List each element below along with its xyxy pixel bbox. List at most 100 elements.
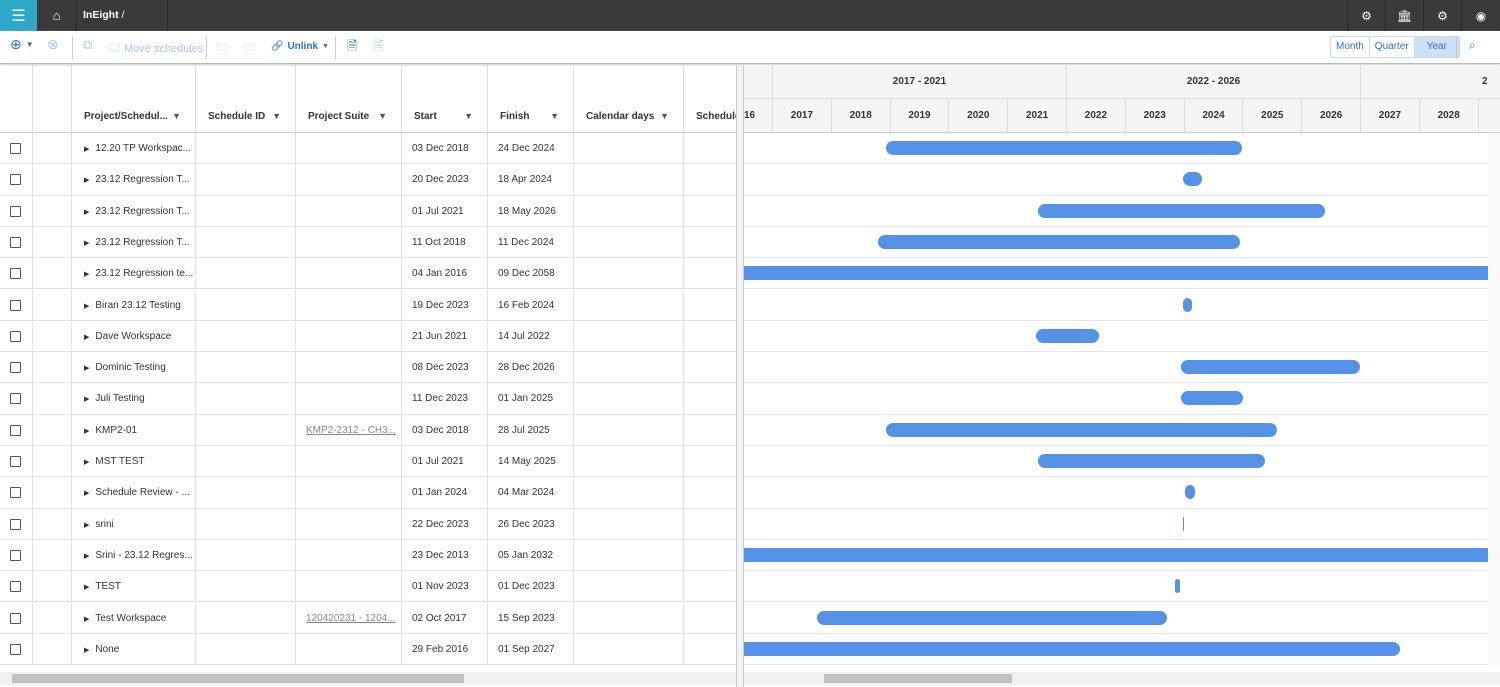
- table-row[interactable]: ▶ Biran 23.12 Testing 19 Dec 2023 16 Feb …: [0, 289, 736, 321]
- schedule-bar[interactable]: [817, 610, 1168, 625]
- column-header-calendar-days[interactable]: Calendar days ▼: [574, 65, 684, 133]
- expand-icon[interactable]: ▶: [84, 240, 89, 247]
- export-document-icon[interactable]: 🗎: [373, 37, 383, 59]
- bank-icon[interactable]: 🏛: [1385, 0, 1423, 31]
- row-checkbox[interactable]: [10, 487, 21, 499]
- schedule-bar[interactable]: [886, 141, 1243, 155]
- gantt-horizontal-scrollbar[interactable]: [744, 672, 1500, 685]
- move-schedules-button[interactable]: 🗀 Move schedules: [109, 39, 204, 58]
- schedule-bar[interactable]: [744, 547, 1500, 562]
- expand-icon[interactable]: ▶: [84, 146, 89, 153]
- expand-icon[interactable]: ▶: [84, 303, 89, 310]
- column-header-schedule-id[interactable]: Schedule ID ▼: [196, 65, 296, 133]
- row-checkbox[interactable]: [10, 299, 21, 311]
- row-checkbox[interactable]: [10, 518, 21, 530]
- schedule-bar[interactable]: [1035, 328, 1099, 343]
- filter-icon[interactable]: ▼: [378, 111, 387, 121]
- row-checkbox[interactable]: [10, 330, 21, 342]
- column-header-finish[interactable]: Finish ▼: [488, 65, 574, 133]
- table-row[interactable]: ▶ MST TEST 01 Jul 2021 14 May 2025: [0, 446, 736, 478]
- column-header-name[interactable]: Project/Schedul... ▼: [72, 65, 196, 133]
- search-icon[interactable]: ⌕: [1469, 38, 1476, 53]
- expand-icon[interactable]: ▶: [84, 647, 89, 654]
- table-row[interactable]: ▶ 12.20 TP Workspac... 03 Dec 2018 24 Dec…: [0, 133, 736, 165]
- row-checkbox[interactable]: [10, 612, 21, 624]
- expand-icon[interactable]: ▶: [84, 209, 89, 216]
- row-checkbox[interactable]: [10, 581, 21, 593]
- expand-icon[interactable]: ▶: [84, 490, 89, 497]
- row-checkbox[interactable]: [10, 268, 21, 280]
- gantt-vertical-scrollbar[interactable]: [1488, 133, 1500, 665]
- user-icon[interactable]: ◉: [1461, 0, 1500, 31]
- expand-icon[interactable]: ▶: [84, 271, 89, 278]
- schedule-bar[interactable]: [1180, 360, 1361, 375]
- row-checkbox[interactable]: [10, 424, 21, 436]
- table-row[interactable]: ▶ 23.12 Regression T... 20 Dec 2023 18 Ap…: [0, 164, 736, 196]
- row-checkbox[interactable]: [10, 362, 21, 374]
- column-header-project-suite[interactable]: Project Suite ▼: [296, 65, 402, 133]
- schedule-bar[interactable]: [1174, 579, 1180, 594]
- cancel-icon[interactable]: ⊗: [47, 36, 59, 53]
- view-year-button[interactable]: Year: [1414, 37, 1459, 57]
- add-button[interactable]: ⊕ ▼: [10, 36, 34, 53]
- expand-icon[interactable]: ▶: [84, 522, 89, 529]
- home-icon[interactable]: ⌂: [37, 0, 77, 31]
- schedule-bar[interactable]: [744, 641, 1401, 656]
- row-checkbox[interactable]: [10, 393, 21, 405]
- schedule-bar[interactable]: [886, 422, 1278, 437]
- table-row[interactable]: ▶ KMP2-01 KMP2-2312 - CH3... 03 Dec 2018 …: [0, 414, 736, 446]
- table-row[interactable]: ▶ None 29 Feb 2016 01 Sep 2027: [0, 633, 736, 665]
- filter-icon[interactable]: ▼: [660, 111, 669, 121]
- schedule-bar[interactable]: [1181, 391, 1244, 406]
- table-row[interactable]: ▶ Dominic Testing 08 Dec 2023 28 Dec 2026: [0, 352, 736, 384]
- table-row[interactable]: ▶ Dave Workspace 21 Jun 2021 14 Jul 2022: [0, 320, 736, 353]
- schedule-bar[interactable]: [1183, 516, 1185, 531]
- table-row[interactable]: ▶ srini 22 Dec 2023 26 Dec 2023: [0, 508, 736, 540]
- row-checkbox[interactable]: [10, 143, 21, 154]
- row-checkbox[interactable]: [10, 174, 21, 186]
- table-row[interactable]: ▶ 23.12 Regression T... 01 Jul 2021 18 Ma…: [0, 195, 736, 227]
- filter-icon[interactable]: ▼: [550, 111, 559, 121]
- expand-icon[interactable]: ▶: [84, 428, 89, 435]
- row-checkbox[interactable]: [10, 549, 21, 561]
- table-row[interactable]: ▶ Juli Testing 11 Dec 2023 01 Jan 2025: [0, 383, 736, 415]
- table-row[interactable]: ▶ Test Workspace 120420231 - 1204... 02 O…: [0, 602, 736, 634]
- schedule-bar[interactable]: [1037, 203, 1325, 218]
- schedule-bar[interactable]: [1037, 454, 1266, 468]
- table-row[interactable]: ▶ 23.12 Regression T... 11 Oct 2018 11 De…: [0, 226, 736, 259]
- expand-icon[interactable]: ▶: [84, 553, 89, 560]
- table-row[interactable]: ▶ 23.12 Regression te... 04 Jan 2016 09 D…: [0, 258, 736, 290]
- project-suite-link[interactable]: KMP2-2312 - CH3...: [306, 425, 396, 436]
- view-quarter-button[interactable]: Quarter: [1370, 37, 1415, 57]
- expand-icon[interactable]: ▶: [84, 459, 89, 466]
- schedule-bar[interactable]: [1182, 297, 1192, 312]
- project-suite-link[interactable]: 120420231 - 1204...: [306, 613, 396, 624]
- import-document-icon[interactable]: 🗎: [347, 37, 357, 59]
- table-row[interactable]: ▶ Schedule Review - ... 01 Jan 2024 04 Ma…: [0, 477, 736, 509]
- row-checkbox[interactable]: [10, 236, 21, 248]
- filter-icon[interactable]: ▼: [172, 111, 181, 121]
- table-row[interactable]: ▶ Srini - 23.12 Regres... 23 Dec 2013 05 …: [0, 539, 736, 572]
- view-month-button[interactable]: Month: [1331, 37, 1370, 57]
- column-header-start[interactable]: Start ▼: [402, 65, 488, 133]
- hamburger-menu-icon[interactable]: ☰: [0, 0, 37, 31]
- expand-icon[interactable]: ▶: [84, 334, 89, 341]
- settings-icon[interactable]: ⚙: [1423, 0, 1461, 31]
- filter-icon[interactable]: ▼: [272, 111, 281, 121]
- pane-splitter[interactable]: [736, 65, 744, 687]
- expand-icon[interactable]: ▶: [84, 584, 89, 591]
- row-checkbox[interactable]: [10, 643, 21, 655]
- breadcrumb-app[interactable]: InEight: [83, 9, 119, 21]
- folder-upload-icon[interactable]: 🗀: [217, 39, 228, 58]
- schedule-bar[interactable]: [1182, 172, 1203, 187]
- schedule-bar[interactable]: [877, 234, 1241, 249]
- expand-icon[interactable]: ▶: [84, 177, 89, 184]
- copy-icon[interactable]: ⧉: [83, 37, 92, 53]
- folder-download-icon[interactable]: 🗀: [244, 39, 255, 58]
- grid-horizontal-scrollbar[interactable]: [0, 672, 736, 685]
- column-header-schedule[interactable]: Schedule: [684, 65, 736, 133]
- expand-icon[interactable]: ▶: [84, 365, 89, 372]
- gear-icon[interactable]: ⚙: [1347, 0, 1385, 31]
- schedule-bar[interactable]: [744, 266, 1500, 281]
- table-row[interactable]: ▶ TEST 01 Nov 2023 01 Dec 2023: [0, 571, 736, 603]
